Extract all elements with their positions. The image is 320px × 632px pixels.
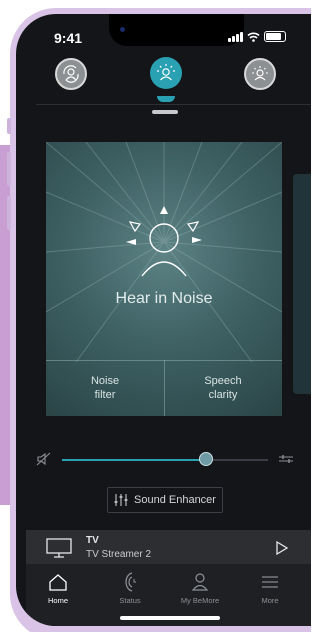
mute-icon[interactable] [36,451,52,467]
program-auto-button[interactable] [55,58,87,90]
status-time: 9:41 [54,30,83,46]
status-icon [125,572,136,592]
phone-side-button [7,152,11,186]
auto-program-icon [63,65,79,83]
volume-slider-fill [62,459,207,461]
tab-my-bemore-label: My BeMore [180,596,220,605]
tab-more-label: More [261,596,279,605]
cellular-signal-icon [228,31,243,42]
volume-slider-thumb[interactable] [199,452,214,466]
speech-clarity-label: Speech clarity [204,375,242,401]
active-program-indicator [157,96,175,102]
user-icon [191,573,209,591]
phone-screen: 9:41 Hear in Noise Noise filter Speech c… [16,14,311,626]
noise-filter-button[interactable]: Noise filter [46,360,164,416]
streamer-bar[interactable]: TV TV Streamer 2 [26,530,311,564]
speech-clarity-button[interactable]: Speech clarity [164,360,282,416]
home-icon [49,574,67,591]
program-other-button[interactable] [244,58,276,90]
camera-dot [120,27,125,32]
wifi-icon [247,32,260,42]
play-icon[interactable] [275,540,289,556]
program-hear-in-noise-button[interactable] [150,57,182,89]
volume-slider[interactable] [62,452,268,466]
tv-icon [46,538,72,558]
divider [36,104,311,105]
tab-status-label: Status [119,596,141,605]
program-title: Hear in Noise [115,290,213,307]
program-card: Hear in Noise Noise filter Speech clarit… [46,142,282,416]
tab-more[interactable]: More [240,570,300,605]
hearing-program-icon [252,66,268,81]
equalizer-icon[interactable] [278,453,294,465]
streamer-title: TV [86,535,99,546]
card-background-rays [46,142,282,362]
home-indicator [120,616,220,620]
streamer-subtitle: TV Streamer 2 [86,549,152,560]
noise-filter-label: Noise filter [90,375,120,401]
sound-enhancer-label: Sound Enhancer [134,494,216,506]
tab-my-bemore[interactable]: My BeMore [170,570,230,605]
menu-icon [262,576,278,588]
tab-status[interactable]: Status [100,570,160,605]
status-icons [228,31,286,42]
phone-side-button [7,118,11,134]
tab-home[interactable]: Home [28,570,88,605]
phone-side-button [7,196,11,230]
battery-icon [264,31,286,42]
tab-home-label: Home [47,596,68,605]
next-program-card-peek[interactable] [293,174,311,394]
sound-enhancer-button[interactable]: Sound Enhancer [107,487,223,513]
app-screenshot: 9:41 Hear in Noise Noise filter Speech c… [0,0,311,632]
sliders-icon [114,494,128,506]
notch [109,14,244,46]
drawer-handle[interactable] [146,110,184,120]
hear-in-noise-icon [157,64,175,81]
